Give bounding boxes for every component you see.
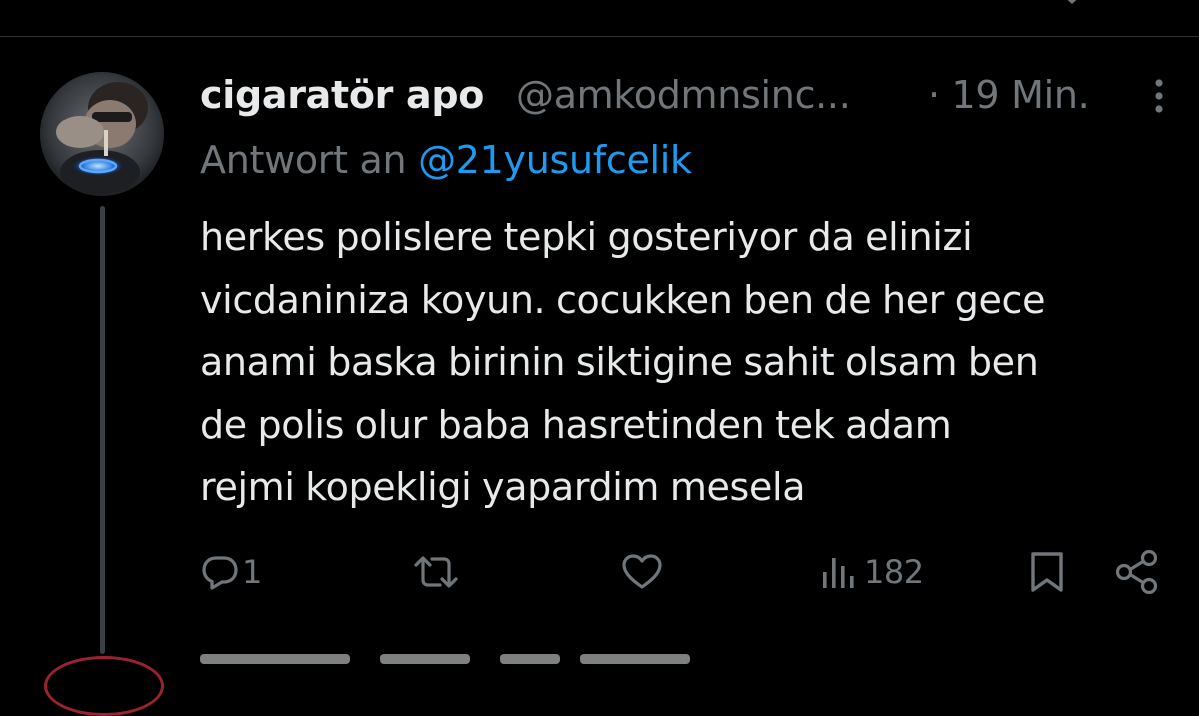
tweet-actions: 1 182 — [0, 546, 1199, 598]
reply-prefix: Antwort an — [200, 138, 407, 182]
reply-icon — [202, 556, 238, 590]
display-name[interactable]: cigaratör apo — [200, 72, 484, 118]
tweet-text-line: rejmi kopekligi yapardim mesela — [200, 465, 806, 509]
tweet-text-line: herkes polislere tepki gosteriyor da eli… — [200, 215, 973, 259]
retweet-icon — [414, 556, 458, 588]
like-button[interactable] — [620, 546, 666, 598]
avatar-image — [40, 72, 164, 196]
reply-count: 1 — [242, 553, 262, 591]
share-icon — [1115, 550, 1158, 594]
ellipsis-vertical-icon[interactable] — [1144, 78, 1174, 114]
views-button[interactable]: 182 — [820, 546, 924, 598]
timestamp[interactable]: · 19 Min. — [928, 72, 1090, 118]
next-tweet-avatar[interactable] — [44, 656, 164, 716]
tweet-text-line: de polis olur baba hasretinden tek adam — [200, 402, 952, 447]
tweet-text-line: anami baska birinin siktigine sahit olsa… — [200, 340, 1039, 384]
bookmark-button[interactable] — [1028, 546, 1066, 598]
tweet-text-line: vicdaniniza koyun. cocukken ben de her g… — [200, 277, 1046, 322]
reply-mention-link[interactable]: @21yusufcelik — [418, 138, 692, 182]
views-icon — [823, 558, 854, 588]
retweet-button[interactable] — [413, 546, 461, 598]
avatar[interactable] — [40, 72, 164, 196]
share-button[interactable] — [1114, 546, 1160, 598]
views-count: 182 — [864, 553, 924, 591]
next-tweet-header-cropped — [200, 654, 760, 674]
top-divider — [0, 36, 1199, 37]
user-handle[interactable]: @amkodmnsinc... — [516, 72, 851, 118]
like-icon — [622, 554, 662, 589]
top-cropped-icon — [1067, 0, 1077, 5]
bookmark-icon — [1031, 552, 1063, 592]
reply-context: Antwort an @21yusufcelik — [200, 136, 692, 184]
tweet-text: herkes polislere tepki gosteriyor da eli… — [200, 206, 1190, 519]
tweet-header: cigaratör apo @amkodmnsinc... · 19 Min. — [200, 72, 1170, 120]
reply-button[interactable]: 1 — [200, 546, 262, 598]
